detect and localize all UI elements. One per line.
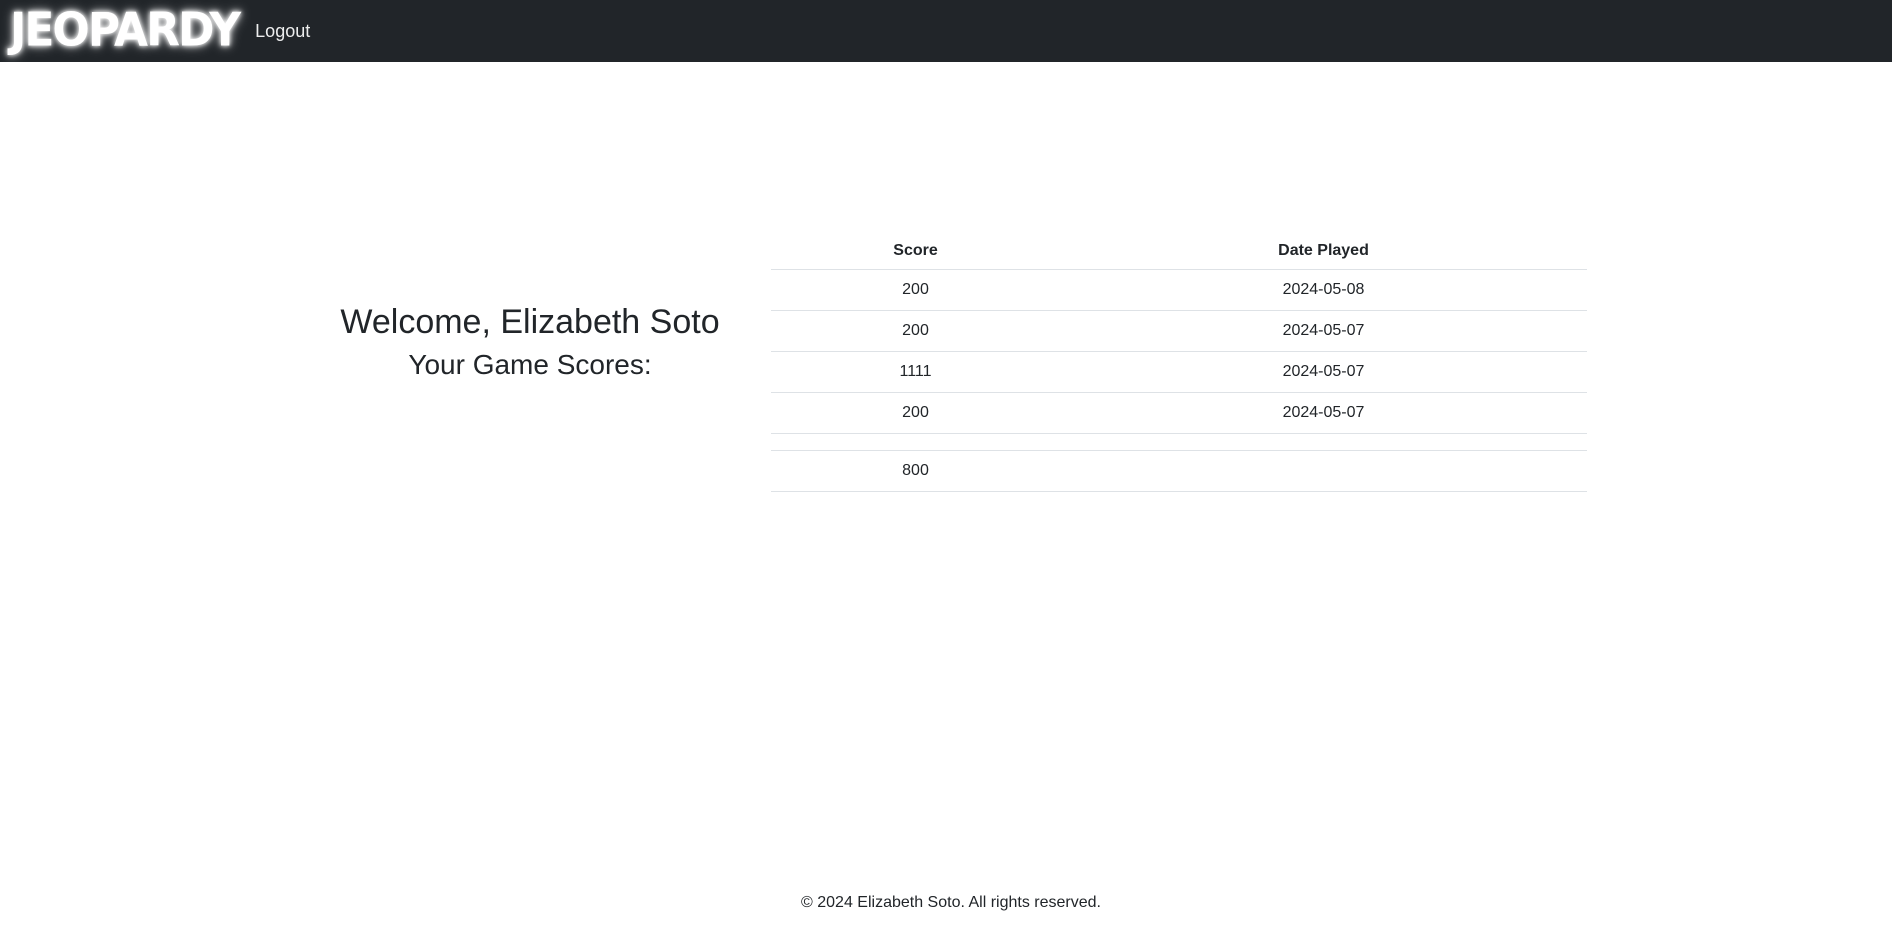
top-navbar: JEOPARDY Logout xyxy=(0,0,1892,62)
welcome-heading: Welcome, Elizabeth Soto xyxy=(340,303,720,341)
date-cell: 2024-05-07 xyxy=(1060,392,1587,434)
logout-link[interactable]: Logout xyxy=(255,22,310,40)
empty-cell xyxy=(1060,433,1587,451)
table-row: 200 2024-05-07 xyxy=(771,310,1587,352)
table-row: 200 2024-05-07 xyxy=(771,392,1587,434)
empty-cell xyxy=(771,433,1060,451)
date-cell: 2024-05-08 xyxy=(1060,269,1587,311)
total-row: 800 xyxy=(771,450,1587,492)
score-column-header: Score xyxy=(771,233,1060,270)
footer-copyright: © 2024 Elizabeth Soto. All rights reserv… xyxy=(801,894,1101,911)
score-cell: 200 xyxy=(771,310,1060,352)
table-row: 200 2024-05-08 xyxy=(771,269,1587,311)
total-score-cell: 800 xyxy=(771,450,1060,492)
jeopardy-logo[interactable]: JEOPARDY xyxy=(10,4,241,58)
score-cell: 200 xyxy=(771,269,1060,311)
scores-heading: Your Game Scores: xyxy=(408,349,652,380)
table-header-row: Score Date Played xyxy=(771,233,1587,270)
date-column-header: Date Played xyxy=(1060,233,1587,270)
separator-row xyxy=(771,433,1587,451)
date-cell: 2024-05-07 xyxy=(1060,310,1587,352)
welcome-section: Welcome, Elizabeth Soto Your Game Scores… xyxy=(330,300,730,386)
score-cell: 1111 xyxy=(771,351,1060,393)
table-row: 1111 2024-05-07 xyxy=(771,351,1587,393)
score-cell: 200 xyxy=(771,392,1060,434)
scores-table: Score Date Played 200 2024-05-08 200 202… xyxy=(771,233,1587,492)
date-cell: 2024-05-07 xyxy=(1060,351,1587,393)
empty-cell xyxy=(1060,450,1587,492)
